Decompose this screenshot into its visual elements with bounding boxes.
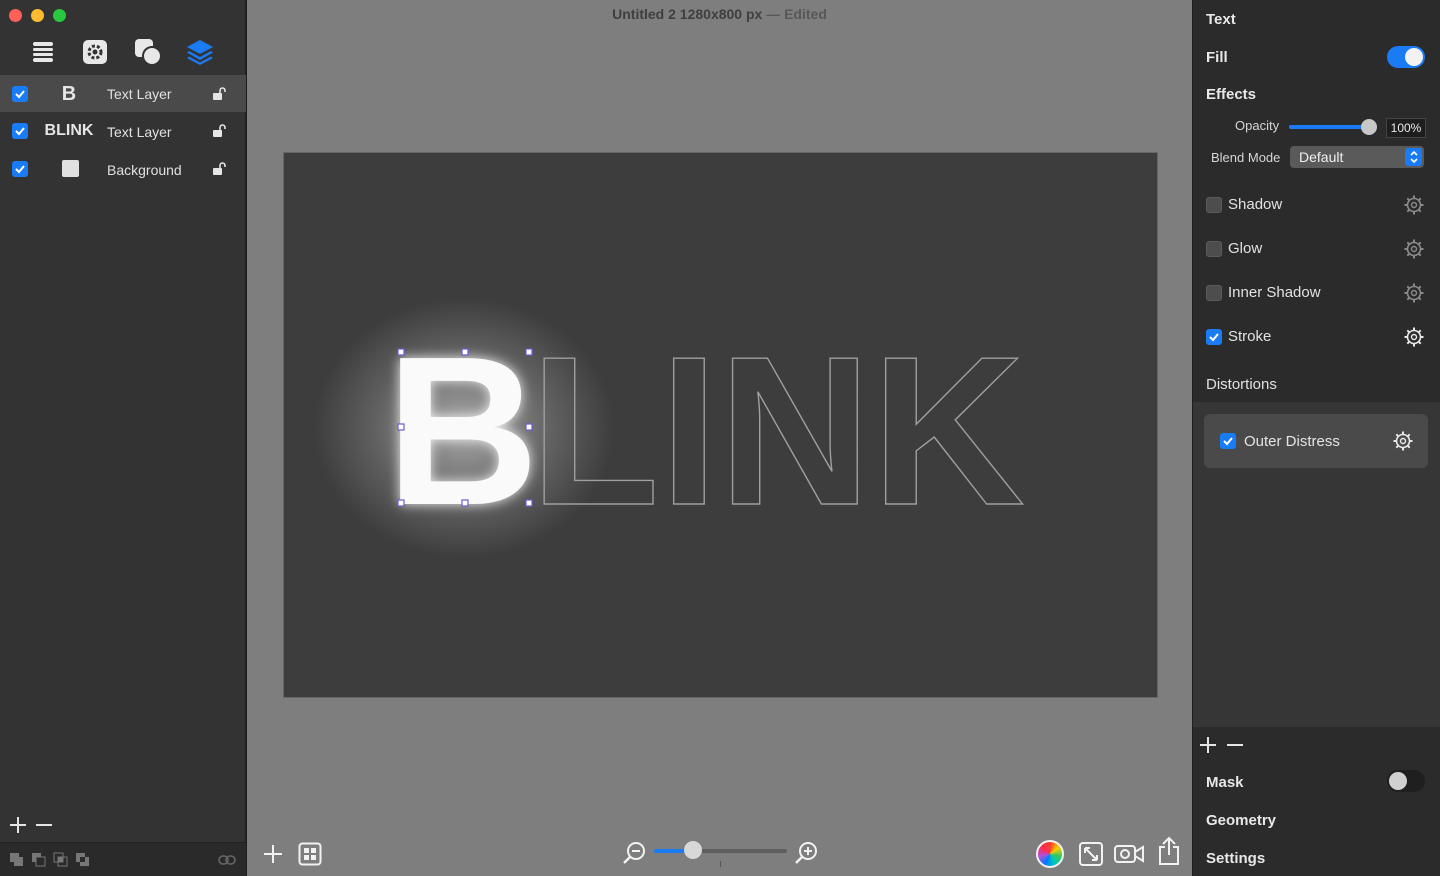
effect-settings-gear-icon[interactable] (1403, 238, 1425, 260)
resize-icon[interactable] (1078, 841, 1104, 872)
effect-label: Shadow (1228, 196, 1283, 213)
layer-row-background[interactable]: Background (0, 150, 246, 187)
text-section-title: Text (1206, 11, 1236, 28)
distortion-item-outer-distress[interactable]: Outer Distress (1204, 414, 1428, 468)
document-title: Untitled 2 1280x800 px (612, 6, 763, 22)
effect-row-glow[interactable]: Glow (1193, 234, 1440, 264)
effect-label: Stroke (1228, 328, 1272, 345)
zoom-out-icon[interactable] (621, 841, 647, 872)
toggle-knob (1405, 48, 1423, 66)
remove-distortion-icon[interactable] (1226, 736, 1244, 759)
layer-row-b[interactable]: B Text Layer (0, 75, 246, 112)
layer-visibility-checkbox[interactable] (12, 123, 28, 139)
distortion-settings-gear-icon[interactable] (1392, 430, 1414, 452)
layers-sidebar: B Text Layer BLINK Text Layer Background (0, 0, 246, 876)
inspector-footer: Mask Geometry Settings (1193, 727, 1440, 876)
chevron-updown-icon (1405, 148, 1422, 166)
blend-mode-value: Default (1299, 149, 1344, 165)
opacity-slider-knob[interactable] (1361, 119, 1377, 135)
video-camera-icon[interactable] (1113, 843, 1145, 870)
effect-label: Glow (1228, 240, 1263, 257)
effects-section: Text Fill Effects Opacity 100% Blend Mod… (1193, 0, 1440, 402)
blend-mode-label: Blend Mode (1211, 150, 1281, 165)
add-layer-icon[interactable] (9, 816, 27, 834)
effect-row-stroke[interactable]: Stroke (1193, 322, 1440, 352)
zoom-slider-knob[interactable] (683, 841, 702, 859)
color-picker-icon[interactable] (1036, 840, 1064, 868)
layer-operations-bar (0, 842, 246, 876)
opacity-slider[interactable] (1289, 125, 1369, 129)
intersect-icon[interactable] (53, 852, 69, 873)
zoom-slider[interactable] (654, 841, 787, 859)
remove-layer-icon[interactable] (35, 816, 53, 834)
edited-status: Edited (784, 6, 827, 22)
effect-checkbox[interactable] (1206, 197, 1222, 213)
add-icon[interactable] (262, 843, 284, 870)
outlined-letters[interactable]: LINK (529, 311, 1025, 549)
effect-settings-gear-icon[interactable] (1403, 326, 1425, 348)
grid-icon[interactable] (298, 842, 322, 871)
layer-name: Text Layer (107, 86, 172, 102)
union-icon[interactable] (9, 852, 25, 873)
gear-icon[interactable] (79, 36, 111, 68)
unlock-icon[interactable] (212, 162, 228, 176)
layer-row-blink[interactable]: BLINK Text Layer (0, 112, 246, 149)
layer-thumbnail: B (61, 83, 77, 105)
link-icon[interactable] (218, 853, 236, 871)
distortions-section-title: Distortions (1206, 376, 1277, 393)
zoom-in-icon[interactable] (793, 841, 819, 872)
settings-section[interactable]: Settings (1206, 850, 1265, 867)
zoom-window-button[interactable] (53, 9, 66, 22)
mask-toggle[interactable] (1387, 770, 1425, 792)
effect-label: Inner Shadow (1228, 284, 1321, 301)
opacity-slider-fill (1289, 125, 1369, 129)
toggle-knob (1389, 772, 1407, 790)
fill-label: Fill (1206, 49, 1228, 66)
effects-section-title: Effects (1206, 86, 1257, 103)
close-window-button[interactable] (9, 9, 22, 22)
share-icon[interactable] (1157, 836, 1181, 871)
effect-settings-gear-icon[interactable] (1403, 194, 1425, 216)
exclude-icon[interactable] (75, 852, 91, 873)
geometry-section[interactable]: Geometry (1206, 812, 1276, 829)
subtract-icon[interactable] (31, 852, 47, 873)
inspector-panel: Text Fill Effects Opacity 100% Blend Mod… (1193, 0, 1440, 876)
distortions-list: Outer Distress (1193, 402, 1440, 727)
layer-visibility-checkbox[interactable] (12, 86, 28, 102)
unlock-icon[interactable] (212, 87, 228, 101)
zoom-tick (720, 861, 721, 867)
layer-thumbnail: BLINK (44, 122, 94, 139)
fill-toggle[interactable] (1387, 46, 1425, 68)
effect-settings-gear-icon[interactable] (1403, 282, 1425, 304)
letter-b[interactable]: B (386, 312, 539, 549)
add-distortion-icon[interactable] (1199, 736, 1217, 759)
document-canvas[interactable]: B B LINK (283, 152, 1158, 698)
background-swatch (62, 160, 79, 177)
effect-checkbox[interactable] (1206, 329, 1222, 345)
shapes-icon[interactable] (132, 36, 164, 68)
title-separator: — (766, 6, 781, 22)
effect-checkbox[interactable] (1206, 241, 1222, 257)
layers-icon[interactable] (184, 36, 216, 68)
blend-mode-select[interactable]: Default (1290, 146, 1424, 168)
editor-area: Untitled 2 1280x800 px — Edited B B LINK (247, 0, 1192, 876)
effect-row-shadow[interactable]: Shadow (1193, 190, 1440, 220)
layer-name: Text Layer (107, 124, 172, 140)
unlock-icon[interactable] (212, 124, 228, 138)
distortion-checkbox[interactable] (1220, 433, 1236, 449)
mask-label: Mask (1206, 774, 1244, 791)
effect-row-inner-shadow[interactable]: Inner Shadow (1193, 278, 1440, 308)
layer-name: Background (107, 162, 182, 178)
window-title: Untitled 2 1280x800 px — Edited (247, 6, 1192, 22)
minimize-window-button[interactable] (31, 9, 44, 22)
opacity-label: Opacity (1235, 118, 1280, 133)
distortion-label: Outer Distress (1244, 433, 1340, 450)
effect-checkbox[interactable] (1206, 285, 1222, 301)
list-icon[interactable] (27, 36, 59, 68)
opacity-value-field[interactable]: 100% (1386, 118, 1426, 138)
layer-visibility-checkbox[interactable] (12, 161, 28, 177)
